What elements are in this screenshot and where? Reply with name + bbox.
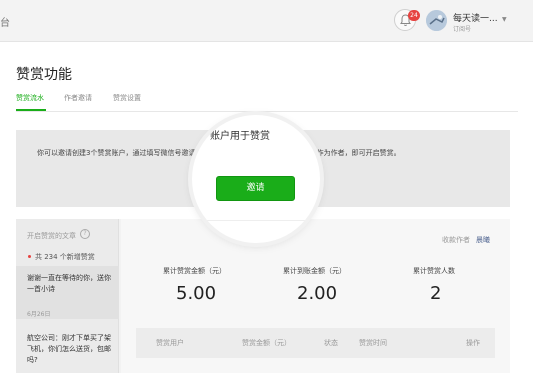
page-title: 赞赏功能 — [16, 67, 72, 83]
column-header-actions: 操作 — [466, 339, 480, 347]
article-title[interactable]: 航空公司：刚才下单买了架飞机，你们怎么送货，包邮吗? — [27, 333, 113, 366]
new-indicator-dot — [28, 255, 31, 258]
stat-value-total-amount: 5.00 — [176, 283, 217, 304]
article-date: 6月26日 — [27, 311, 51, 318]
invite-button[interactable]: 邀请 — [216, 176, 295, 201]
stat-label-total-amount: 累计赞赏金额（元） — [163, 267, 226, 275]
sidebar-header: 开启赞赏的文章 — [27, 232, 76, 240]
chevron-down-icon[interactable]: ▼ — [502, 16, 507, 23]
account-name[interactable]: 每天读一... — [453, 11, 498, 24]
stat-value-total-people: 2 — [430, 283, 442, 304]
table-header-row — [136, 328, 495, 358]
help-icon[interactable]: ? — [80, 229, 90, 239]
tabs-divider — [16, 111, 518, 112]
column-header-time: 赞赏时间 — [359, 339, 387, 347]
tab-author-invite[interactable]: 作者邀请 — [64, 93, 92, 103]
spotlight-text: 账户用于赞赏 — [210, 131, 270, 142]
column-header-status: 状态 — [324, 339, 338, 347]
notification-count-badge: 24 — [408, 10, 420, 21]
column-header-user: 赞赏用户 — [156, 339, 184, 347]
stat-value-received-amount: 2.00 — [297, 283, 338, 304]
account-type: 订阅号 — [453, 26, 472, 33]
author-filter-label: 收款作者 — [442, 236, 470, 244]
stat-label-received-amount: 累计到账金额（元） — [283, 267, 346, 275]
spotlight-divider — [192, 220, 320, 221]
article-title[interactable]: 谢谢一直在等待的你，送你一首小诗 — [27, 273, 113, 295]
sidebar-count: 共 234 个新增赞赏 — [35, 253, 95, 261]
column-header-amount[interactable]: 赞赏金额（元） — [242, 338, 291, 348]
tab-appreciation-records[interactable]: 赞赏流水 — [16, 93, 44, 103]
topbar-left-text: 台 — [0, 18, 10, 29]
tab-appreciation-settings[interactable]: 赞赏设置 — [113, 93, 141, 103]
author-filter-link[interactable]: 晨曦 — [476, 235, 490, 245]
account-avatar[interactable] — [426, 10, 447, 31]
stat-label-total-people: 累计赞赏人数 — [413, 267, 455, 275]
